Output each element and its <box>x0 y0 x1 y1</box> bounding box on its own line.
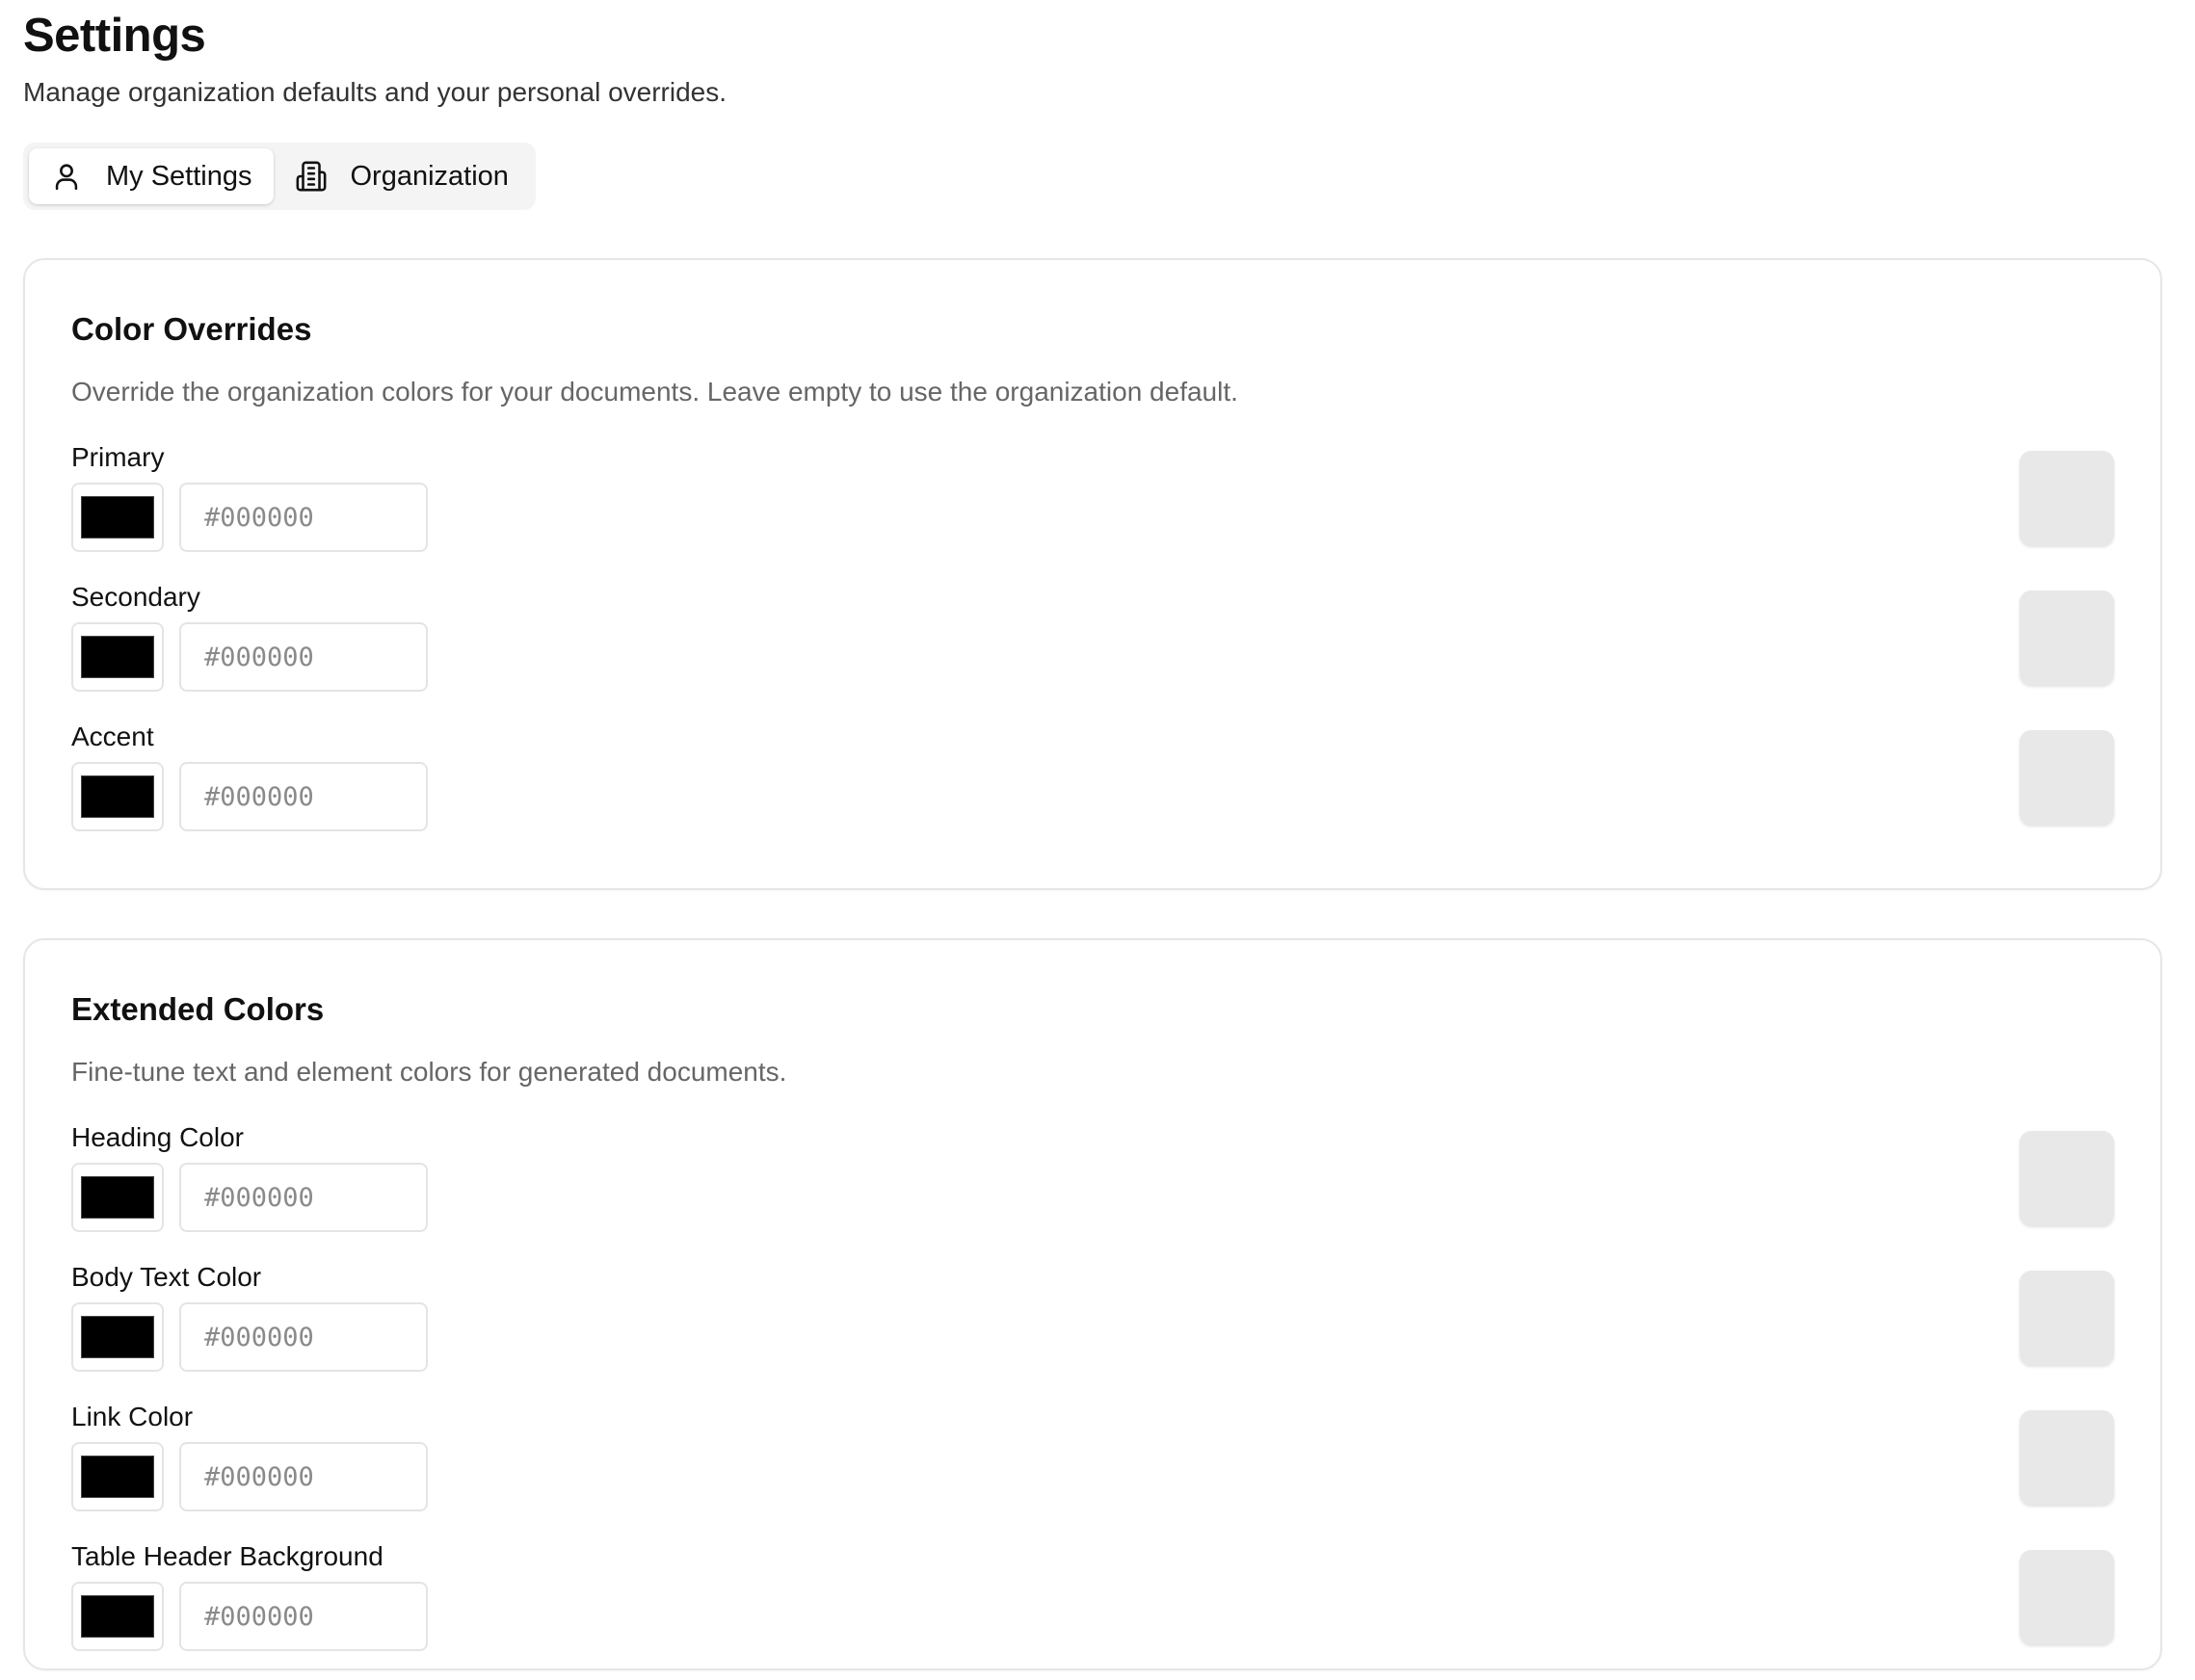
page-subtitle: Manage organization defaults and your pe… <box>23 76 727 107</box>
tab-organization[interactable]: Organization <box>274 148 530 204</box>
color-swatch <box>81 775 154 819</box>
hex-color-input[interactable] <box>179 622 428 693</box>
color-field-body-text: Body Text Color <box>71 1261 2114 1401</box>
reset-button[interactable] <box>2020 1549 2114 1644</box>
color-picker-button[interactable] <box>71 1442 164 1512</box>
field-label: Table Header Background <box>71 1540 383 1571</box>
color-field-table-header-background: Table Header Background <box>71 1540 2114 1680</box>
field-label: Secondary <box>71 581 200 612</box>
reset-button[interactable] <box>2020 590 2114 685</box>
color-field-heading: Heading Color <box>71 1121 2114 1261</box>
field-label: Primary <box>71 441 165 472</box>
color-field-link: Link Color <box>71 1401 2114 1540</box>
color-overrides-card: Color Overrides Override the organizatio… <box>23 258 2162 891</box>
color-swatch <box>81 496 154 539</box>
reset-button[interactable] <box>2020 729 2114 825</box>
color-swatch <box>81 1316 154 1359</box>
color-field-secondary: Secondary <box>71 581 2114 721</box>
color-picker-button[interactable] <box>71 1163 164 1233</box>
color-swatch <box>81 636 154 679</box>
card-title: Color Overrides <box>71 311 312 348</box>
reset-button[interactable] <box>2020 450 2114 545</box>
field-label: Accent <box>71 721 154 751</box>
color-picker-button[interactable] <box>71 762 164 832</box>
color-swatch <box>81 1595 154 1639</box>
color-swatch <box>81 1456 154 1499</box>
hex-color-input[interactable] <box>179 1442 428 1512</box>
field-label: Body Text Color <box>71 1261 262 1292</box>
hex-color-input[interactable] <box>179 483 428 553</box>
reset-button[interactable] <box>2020 1270 2114 1365</box>
reset-button[interactable] <box>2020 1130 2114 1225</box>
reset-button[interactable] <box>2020 1409 2114 1505</box>
tab-my-settings[interactable]: My Settings <box>29 148 274 205</box>
tab-label: My Settings <box>106 160 252 192</box>
color-picker-button[interactable] <box>71 1582 164 1652</box>
hex-color-input[interactable] <box>179 1582 428 1652</box>
card-title: Extended Colors <box>71 991 325 1028</box>
color-swatch <box>81 1176 154 1220</box>
hex-color-input[interactable] <box>179 1163 428 1233</box>
color-picker-button[interactable] <box>71 483 164 553</box>
card-description: Fine-tune text and element colors for ge… <box>71 1056 787 1087</box>
extended-colors-card: Extended Colors Fine-tune text and eleme… <box>23 938 2162 1671</box>
hex-color-input[interactable] <box>179 1302 428 1373</box>
field-label: Heading Color <box>71 1121 244 1152</box>
building-icon <box>295 160 328 193</box>
user-icon <box>50 160 83 193</box>
hex-color-input[interactable] <box>179 762 428 832</box>
page-title: Settings <box>23 10 206 62</box>
field-label: Link Color <box>71 1401 194 1431</box>
color-picker-button[interactable] <box>71 1302 164 1373</box>
tab-label: Organization <box>350 160 509 192</box>
settings-tabs: My Settings Organization <box>23 143 536 211</box>
color-field-primary: Primary <box>71 441 2114 581</box>
card-description: Override the organization colors for you… <box>71 376 1238 407</box>
color-field-accent: Accent <box>71 721 2114 860</box>
settings-page: Settings Manage organization defaults an… <box>23 0 2172 1671</box>
color-picker-button[interactable] <box>71 622 164 693</box>
